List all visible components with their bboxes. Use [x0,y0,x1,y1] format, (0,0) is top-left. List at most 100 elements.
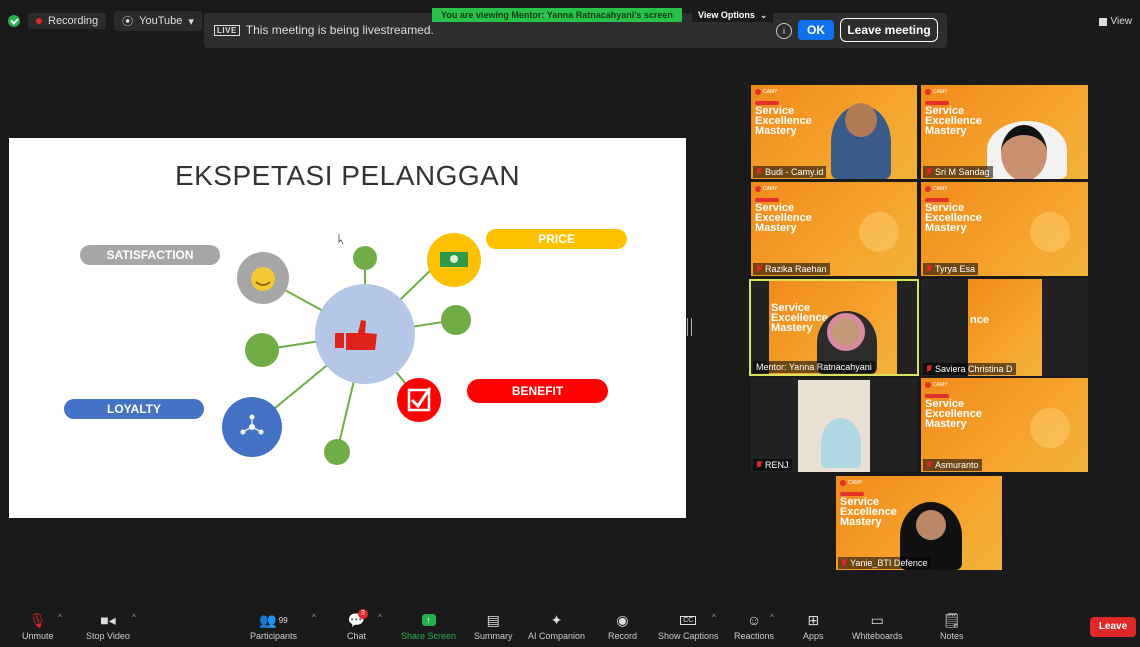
share-screen-button[interactable]: ↑ Share Screen [401,611,456,641]
video-camera-icon: ■◂ [100,611,116,628]
show-captions-button[interactable]: CC Show Captions [658,611,719,641]
ok-button[interactable]: OK [798,20,834,40]
view-options-button[interactable]: View Options ⌄ [692,8,774,22]
participants-count: 99 [278,615,288,625]
video-tile[interactable]: nce Saviera Christina D [921,279,1088,376]
promo-background: CAMY Service Excellence Mastery [921,378,1088,472]
participant-name-tag: Asmuranto [923,459,982,471]
info-icon[interactable]: i [776,23,792,39]
video-tile[interactable]: RENJ [751,378,917,472]
mic-muted-icon [926,461,932,469]
mic-muted-icon [926,265,932,273]
promo-background: CAMY Service Excellence Mastery [751,182,917,276]
chevron-up-icon[interactable]: ^ [312,613,316,622]
mic-muted-icon [756,168,762,176]
mic-muted-icon [926,365,932,373]
participants-button[interactable]: 👥 99 Participants [250,611,297,642]
video-tile[interactable]: CAMY Service Excellence Mastery Sri M Sand… [921,85,1088,179]
notes-button[interactable]: 🗒 Notes [940,611,964,642]
satisfaction-label: SATISFACTION [80,245,220,265]
participant-name-tag: Sri M Sandag [923,166,993,178]
participant-name-tag: Yanie_BTI Defence [838,557,931,569]
brand-logo: CAMY [933,186,948,192]
chevron-up-icon[interactable]: ^ [378,613,382,622]
chat-button[interactable]: 💬 3 Chat [347,609,368,641]
participant-name-tag: RENJ [753,459,792,471]
view-grid-icon [1098,17,1107,26]
brand-logo: CAMY [933,89,948,95]
promo-line: Mastery [755,222,797,234]
price-label: PRICE [486,229,627,249]
video-tile[interactable]: CAMY Service Excellence Mastery Yanie_BTI … [836,476,1002,570]
reactions-icon: ☺ [746,612,762,628]
captions-icon: CC [680,611,697,629]
mic-muted-icon [756,265,762,273]
participant-name: Tyrya Esa [935,264,976,274]
benefit-label: BENEFIT [467,379,608,403]
record-button[interactable]: ◉ Record [608,611,637,642]
view-button[interactable]: View [1098,16,1133,27]
ai-companion-label: AI Companion [528,631,586,641]
participant-name: Yanie_BTI Defence [850,558,928,568]
sparkle-icon: ✦ [550,611,563,628]
video-tile[interactable]: CAMY Service Excellence Mastery Tyrya Esa [921,182,1088,276]
share-screen-icon: ↑ [421,611,436,629]
promo-line: Mastery [840,516,882,528]
promo-line: Mastery [925,222,967,234]
promo-line: Mastery [925,418,967,430]
notes-icon: 🗒 [942,611,961,628]
participants-icon: 👥 99 [259,611,288,628]
view-label: View [1110,16,1133,27]
youtube-live-indicator[interactable]: ⦿ YouTube ▾ [114,11,202,31]
security-shield-icon[interactable] [8,15,20,27]
expectation-diagram [222,233,481,465]
meeting-status-bar: Recording ⦿ YouTube ▾ [8,10,202,32]
apps-button[interactable]: ⊞ Apps [803,611,824,642]
participant-face [845,103,877,137]
participant-face [821,418,861,468]
whiteboards-button[interactable]: ▭ Whiteboards [852,611,903,642]
summary-button[interactable]: ▤ Summary [474,611,513,642]
participant-name-tag: Razika Raehan [753,263,830,275]
smiley-icon [251,267,275,291]
cursor-icon [338,234,344,245]
mic-muted-icon [756,461,762,469]
ai-companion-button[interactable]: ✦ AI Companion [528,611,586,642]
promo-line: Mastery [755,125,797,137]
splitter-handle[interactable] [687,318,692,336]
reactions-button[interactable]: ☺ Reactions [734,611,774,641]
leave-button[interactable]: Leave [1090,617,1136,637]
recording-dot-icon [36,18,42,24]
video-tile[interactable]: CAMY Service Excellence Mastery Budi - Cam… [751,85,917,179]
leave-meeting-button[interactable]: Leave meeting [840,18,938,42]
promo-background: CAMY Service Excellence Mastery [921,182,1088,276]
chevron-up-icon[interactable]: ^ [132,613,136,622]
participant-name-tag: Saviera Christina D [923,363,1016,375]
summary-label: Summary [474,631,513,641]
view-options-label: View Options [698,10,755,20]
video-tile-active-speaker[interactable]: Service Excellence Mastery Mentor: Yanna R… [749,279,919,376]
video-tile[interactable]: CAMY Service Excellence Mastery Asmuranto [921,378,1088,472]
record-icon: ◉ [616,611,629,628]
video-tile[interactable]: CAMY Service Excellence Mastery Razika Rae… [751,182,917,276]
brand-logo: CAMY [848,480,863,486]
live-badge: LIVE [214,24,240,36]
apps-icon: ⊞ [807,611,820,628]
participant-name-tag: Tyrya Esa [923,263,979,275]
unmute-button[interactable]: 🎙 Unmute [22,611,54,642]
brand-logo: CAMY [763,89,778,95]
recording-indicator[interactable]: Recording [28,13,107,29]
chevron-up-icon[interactable]: ^ [770,613,774,622]
notes-label: Notes [940,631,964,641]
chevron-up-icon[interactable]: ^ [712,613,716,622]
chat-icon: 💬 3 [348,609,368,629]
show-captions-label: Show Captions [658,631,719,641]
chat-unread-badge: 3 [357,609,368,619]
reactions-label: Reactions [734,631,775,641]
stop-video-button[interactable]: ■◂ Stop Video [86,611,130,642]
mic-muted-icon [926,168,932,176]
chevron-up-icon[interactable]: ^ [58,613,62,622]
stop-video-label: Stop Video [86,631,130,641]
chat-label: Chat [347,631,367,641]
promo-background: nce [968,279,1042,376]
